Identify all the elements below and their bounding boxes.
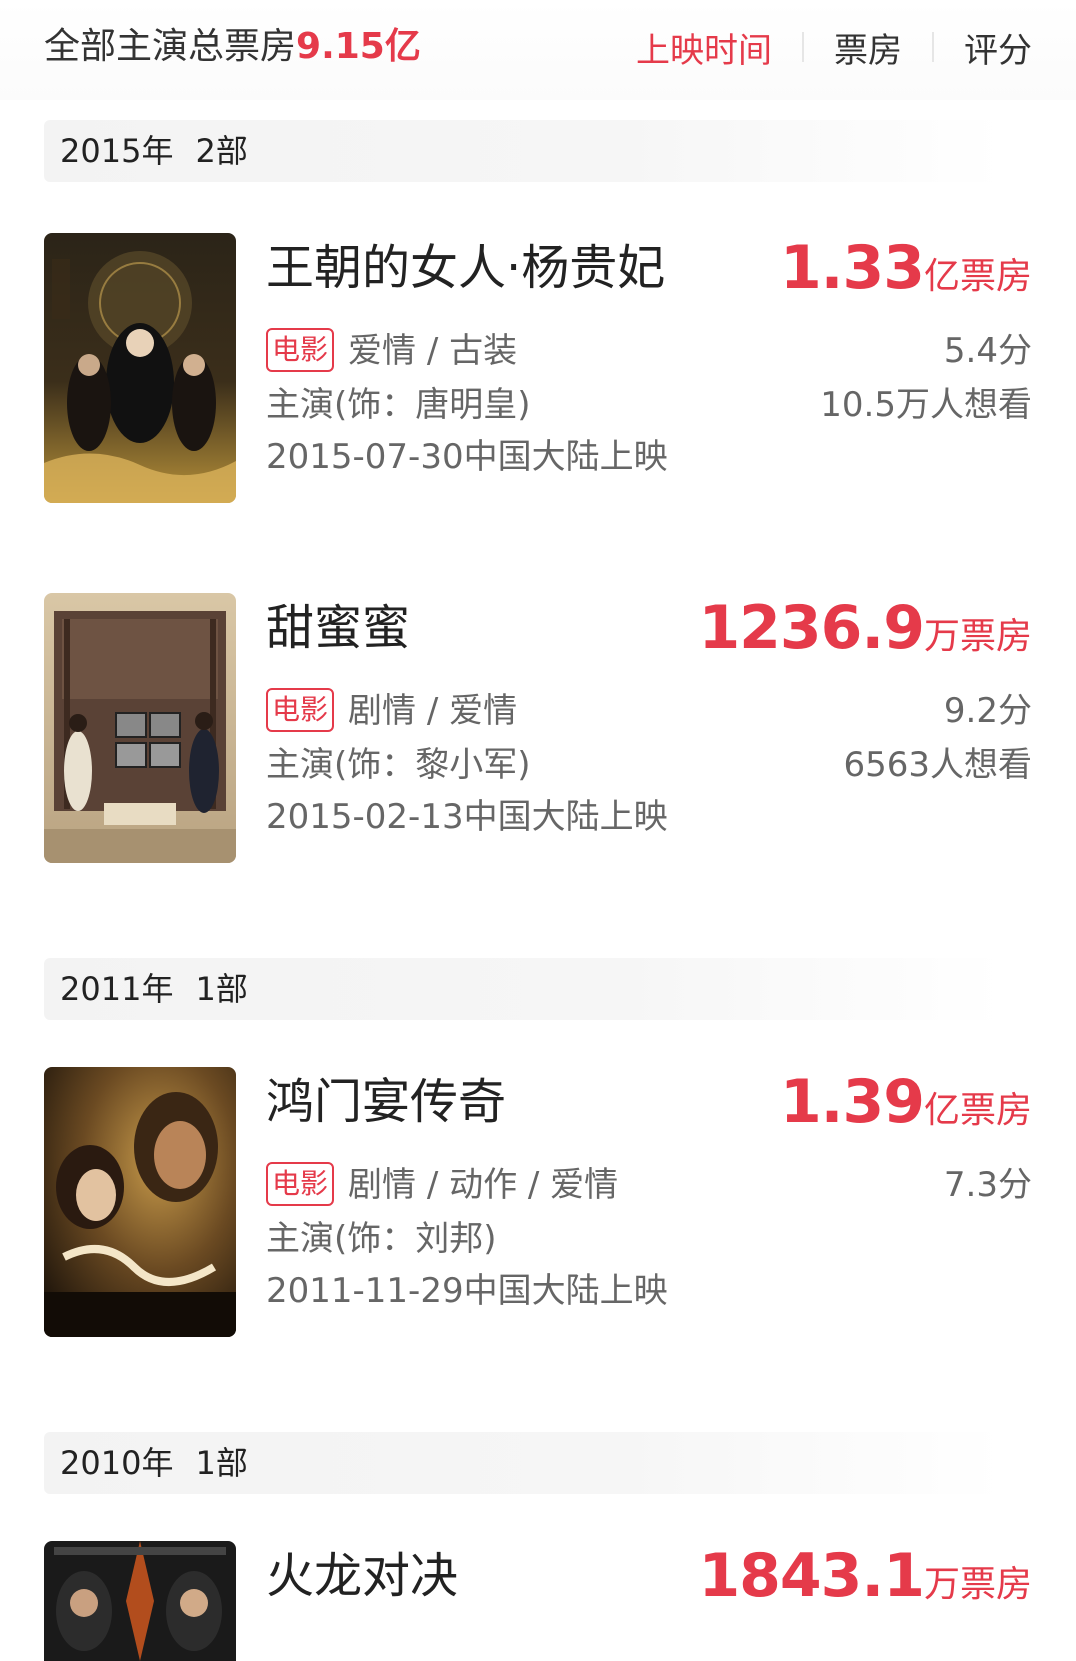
movie-genre-line: 电影 剧情 / 爱情: [266, 687, 517, 735]
box-office-unit: 万票房: [923, 616, 1032, 657]
movie-wish-count: 10.5万人想看: [820, 385, 1032, 425]
movie-release-date: 2015-07-30中国大陆上映: [266, 437, 668, 477]
movie-role: 主演(饰：黎小军): [266, 745, 531, 785]
sort-by-rating[interactable]: 评分: [964, 23, 1032, 72]
movie-genres: 爱情 / 古装: [348, 331, 518, 371]
movie-genre-line: 电影 爱情 / 古装: [266, 327, 517, 375]
movie-score: 7.3分: [943, 1165, 1032, 1205]
sort-tabs: 上映时间 票房 评分: [636, 22, 1032, 72]
year-count: 1部: [195, 970, 248, 1008]
header: 全部主演总票房9.15亿 上映时间 票房 评分: [0, 0, 1076, 100]
sort-by-release-date[interactable]: 上映时间: [636, 23, 772, 72]
movie-item[interactable]: 王朝的女人·杨贵妃 1.33亿票房 电影 爱情 / 古装 5.4分 主演(饰：唐明…: [44, 233, 1032, 503]
movie-poster[interactable]: [44, 1067, 236, 1337]
movie-wish-count: 6563人想看: [843, 745, 1032, 785]
movie-poster[interactable]: [44, 233, 236, 503]
box-office-unit: 亿票房: [923, 1090, 1032, 1131]
box-office: 1236.9万票房: [698, 593, 1032, 678]
movie-genres: 剧情 / 动作 / 爱情: [348, 1165, 619, 1205]
year-label: 2015年: [60, 132, 174, 170]
box-office: 1.33亿票房: [780, 233, 1032, 318]
movie-genres: 剧情 / 爱情: [348, 691, 518, 731]
movie-poster[interactable]: [44, 593, 236, 863]
total-box-office-summary: 全部主演总票房9.15亿: [44, 22, 421, 72]
movie-release-date: 2011-11-29中国大陆上映: [266, 1271, 668, 1311]
box-office-value: 1.39: [779, 1067, 925, 1137]
year-count: 1部: [195, 1444, 248, 1482]
movie-genre-line: 电影 剧情 / 动作 / 爱情: [266, 1161, 618, 1209]
sort-divider: [932, 32, 934, 62]
movie-title[interactable]: 王朝的女人·杨贵妃: [266, 235, 665, 301]
year-group-label: 2015年 2部: [60, 130, 248, 172]
sort-by-box-office[interactable]: 票房: [834, 23, 902, 72]
box-office-unit: 亿票房: [923, 256, 1032, 297]
box-office-value: 1236.9: [698, 593, 925, 663]
movie-item[interactable]: 鸿门宴传奇 1.39亿票房 电影 剧情 / 动作 / 爱情 7.3分 主演(饰：刘…: [44, 1067, 1032, 1337]
year-label: 2010年: [60, 1444, 174, 1482]
box-office-value: 1843.1: [698, 1541, 925, 1611]
year-group-header: 2011年 1部: [44, 958, 1004, 1020]
movie-type-tag: 电影: [266, 1162, 335, 1206]
year-group-label: 2010年 1部: [60, 1442, 248, 1484]
box-office: 1.39亿票房: [780, 1067, 1032, 1152]
box-office-value: 1.33: [779, 233, 925, 303]
movie-score: 9.2分: [943, 691, 1032, 731]
year-count: 2部: [195, 132, 248, 170]
box-office-unit: 万票房: [923, 1564, 1032, 1605]
summary-label: 全部主演总票房: [44, 26, 297, 67]
movie-item[interactable]: 甜蜜蜜 1236.9万票房 电影 剧情 / 爱情 9.2分 主演(饰：黎小军) 6…: [44, 593, 1032, 863]
movie-title[interactable]: 鸿门宴传奇: [266, 1069, 506, 1135]
year-group-header: 2010年 1部: [44, 1432, 1004, 1494]
movie-title[interactable]: 火龙对决: [266, 1543, 458, 1609]
movie-type-tag: 电影: [266, 328, 335, 372]
box-office: 1843.1万票房: [698, 1541, 1032, 1626]
movie-score: 5.4分: [943, 331, 1032, 371]
movie-title[interactable]: 甜蜜蜜: [266, 595, 410, 661]
movie-type-tag: 电影: [266, 688, 335, 732]
movie-role: 主演(饰：刘邦): [266, 1219, 497, 1259]
movie-release-date: 2015-02-13中国大陆上映: [266, 797, 668, 837]
movie-role: 主演(饰：唐明皇): [266, 385, 531, 425]
summary-total: 9.15亿: [296, 26, 421, 67]
year-group-header: 2015年 2部: [44, 120, 1004, 182]
year-label: 2011年: [60, 970, 174, 1008]
year-group-label: 2011年 1部: [60, 968, 248, 1010]
sort-divider: [802, 32, 804, 62]
movie-poster[interactable]: [44, 1541, 236, 1661]
movie-item[interactable]: 火龙对决 1843.1万票房: [44, 1541, 1032, 1661]
